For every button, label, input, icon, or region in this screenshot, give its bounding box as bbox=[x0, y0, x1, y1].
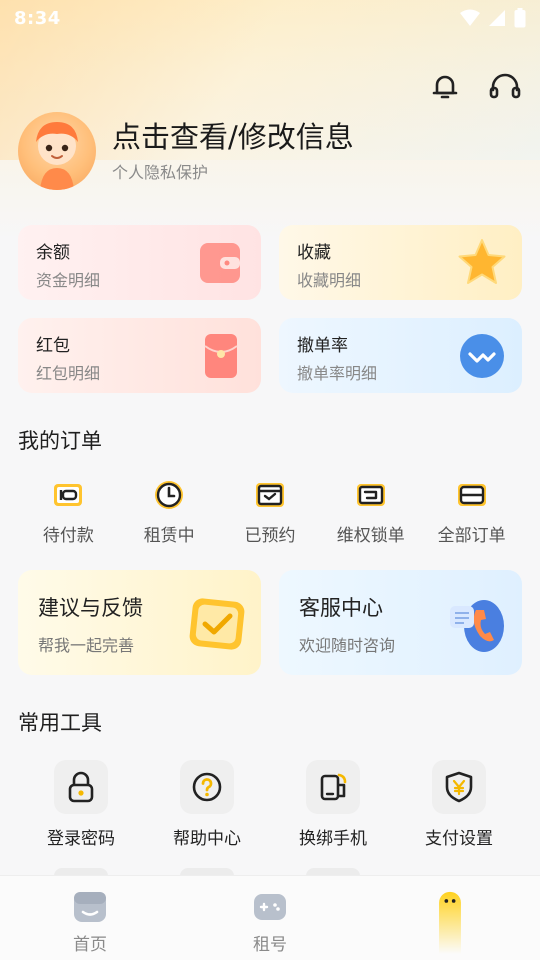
tab-label: 租号 bbox=[253, 935, 287, 955]
gamepad-icon bbox=[254, 894, 286, 920]
red-envelope-card[interactable]: 红包 红包明细 bbox=[18, 318, 261, 393]
profile-title[interactable]: 点击查看/修改信息 bbox=[112, 119, 354, 155]
status-icons bbox=[460, 8, 526, 28]
status-time: 8:34 bbox=[14, 7, 61, 29]
tool-change-phone[interactable]: 换绑手机 bbox=[270, 760, 396, 849]
avatar[interactable] bbox=[18, 112, 96, 190]
status-bar: 8:34 bbox=[0, 0, 540, 36]
phone-service-icon bbox=[450, 600, 504, 652]
home-icon bbox=[74, 892, 106, 922]
wifi-icon bbox=[460, 9, 480, 26]
tab-home[interactable]: 首页 bbox=[0, 876, 180, 960]
star-icon bbox=[442, 225, 522, 300]
order-label: 租赁中 bbox=[143, 526, 195, 546]
help-icon bbox=[180, 760, 234, 814]
wallet-icon bbox=[181, 225, 261, 300]
cancel-rate-card[interactable]: 撤单率 撤单率明细 bbox=[279, 318, 522, 393]
order-label: 已预约 bbox=[244, 526, 296, 546]
tool-label: 换绑手机 bbox=[299, 829, 367, 849]
customer-service-card[interactable]: 客服中心 欢迎随时咨询 bbox=[279, 570, 522, 675]
feedback-card[interactable]: 建议与反馈 帮我一起完善 bbox=[18, 570, 261, 675]
orders-row: 待付款 租赁中 已预约 维权锁单 全部订单 bbox=[18, 478, 522, 546]
order-label: 维权锁单 bbox=[336, 526, 405, 546]
tool-help-center[interactable]: 帮助中心 bbox=[144, 760, 270, 849]
order-label: 待付款 bbox=[42, 526, 94, 546]
tool-payment-settings[interactable]: 支付设置 bbox=[396, 760, 522, 849]
orders-title: 我的订单 bbox=[18, 429, 102, 453]
order-label: 全部订单 bbox=[437, 526, 506, 546]
signal-icon bbox=[489, 10, 505, 26]
profile-header[interactable]: 点击查看/修改信息 个人隐私保护 bbox=[18, 112, 354, 190]
tool-label: 支付设置 bbox=[425, 829, 493, 849]
profile-subtitle: 个人隐私保护 bbox=[112, 163, 209, 182]
order-pending-payment[interactable]: 待付款 bbox=[18, 478, 119, 546]
profile-text: 点击查看/修改信息 个人隐私保护 bbox=[112, 119, 354, 183]
card-icon bbox=[455, 478, 489, 512]
balance-card[interactable]: 余额 资金明细 bbox=[18, 225, 261, 300]
headset-icon[interactable] bbox=[488, 70, 522, 104]
order-reserved[interactable]: 已预约 bbox=[220, 478, 321, 546]
tool-label: 登录密码 bbox=[47, 829, 115, 849]
wallet-icon bbox=[51, 478, 85, 512]
tools-row: 登录密码 帮助中心 换绑手机 支付设置 bbox=[18, 760, 522, 849]
lock-icon bbox=[54, 760, 108, 814]
tab-mine[interactable] bbox=[360, 876, 540, 960]
bottom-tab-bar: 首页 租号 bbox=[0, 875, 540, 960]
tab-label: 首页 bbox=[73, 935, 107, 955]
favorites-card[interactable]: 收藏 收藏明细 bbox=[279, 225, 522, 300]
battery-icon bbox=[514, 8, 526, 28]
calendar-check-icon bbox=[253, 478, 287, 512]
tab-rent-account[interactable]: 租号 bbox=[180, 876, 360, 960]
chart-icon bbox=[442, 318, 522, 393]
clock-icon bbox=[152, 478, 186, 512]
mascot-icon bbox=[439, 891, 461, 954]
red-envelope-icon bbox=[181, 318, 261, 393]
checkbox-icon bbox=[189, 598, 245, 650]
order-all[interactable]: 全部订单 bbox=[421, 478, 522, 546]
tool-login-password[interactable]: 登录密码 bbox=[18, 760, 144, 849]
lock-order-icon bbox=[354, 478, 388, 512]
tool-label: 帮助中心 bbox=[173, 829, 241, 849]
order-dispute-lock[interactable]: 维权锁单 bbox=[320, 478, 421, 546]
shield-yen-icon bbox=[432, 760, 486, 814]
bell-icon[interactable] bbox=[428, 70, 462, 104]
header-actions bbox=[428, 70, 522, 104]
order-renting[interactable]: 租赁中 bbox=[119, 478, 220, 546]
phone-swap-icon bbox=[306, 760, 360, 814]
tools-title: 常用工具 bbox=[18, 711, 102, 735]
